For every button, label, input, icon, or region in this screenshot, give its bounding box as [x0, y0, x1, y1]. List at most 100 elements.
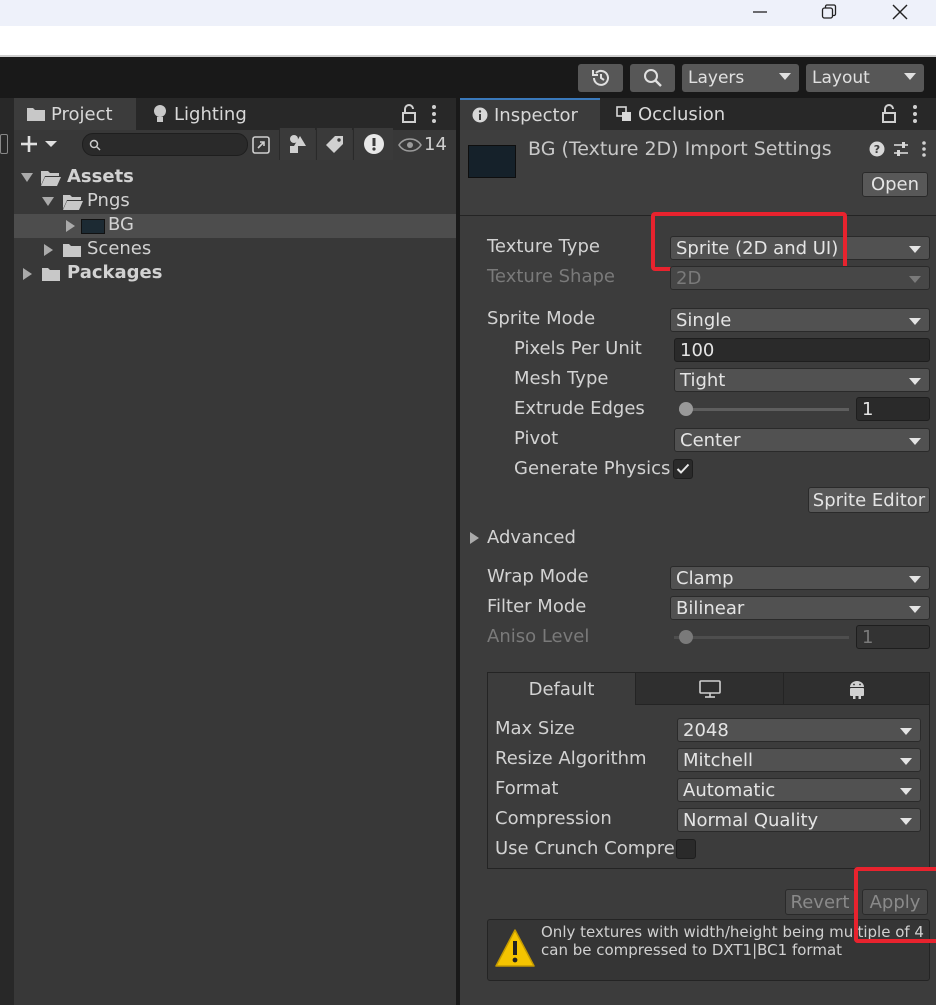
tab-android-platform[interactable] — [783, 673, 929, 705]
resize-algorithm-value: Mitchell — [683, 749, 753, 771]
tree-item-bg[interactable]: BG — [14, 214, 456, 238]
project-search-input[interactable] — [82, 133, 248, 156]
undo-history-button[interactable] — [578, 64, 623, 92]
chevron-down-icon — [909, 606, 921, 613]
max-size-dropdown[interactable]: 2048 — [677, 718, 921, 742]
pivot-value: Center — [680, 429, 741, 451]
mesh-type-dropdown[interactable]: Tight — [674, 368, 930, 392]
advanced-label: Advanced — [487, 527, 576, 548]
tab-occlusion-label: Occlusion — [638, 103, 726, 125]
filter-mode-dropdown[interactable]: Bilinear — [670, 596, 930, 620]
max-size-value: 2048 — [683, 719, 729, 741]
mesh-type-label: Mesh Type — [514, 368, 609, 389]
hidden-packages-toggle[interactable]: 14 — [398, 133, 454, 156]
tree-item-assets[interactable]: Assets — [14, 166, 456, 190]
chevron-down-icon — [900, 788, 912, 795]
extrude-edges-field[interactable]: 1 — [856, 397, 930, 421]
layers-dropdown[interactable]: Layers — [682, 64, 799, 92]
panel-menu-button[interactable] — [430, 104, 438, 129]
tree-label-scenes: Scenes — [87, 238, 152, 259]
chevron-down-icon — [904, 73, 916, 80]
inspector-lock-button[interactable] — [880, 104, 898, 129]
highlight-texture-type — [651, 212, 847, 271]
open-folder-icon — [41, 171, 61, 186]
tree-label-bg: BG — [108, 214, 134, 235]
tree-item-packages[interactable]: Packages — [14, 262, 456, 286]
format-dropdown[interactable]: Automatic — [677, 778, 921, 802]
mesh-type-value: Tight — [680, 369, 726, 391]
compression-dropdown[interactable]: Normal Quality — [677, 808, 921, 832]
chevron-down-icon — [900, 818, 912, 825]
menu-bar — [0, 26, 936, 55]
lock-icon — [402, 104, 416, 123]
pivot-dropdown[interactable]: Center — [674, 428, 930, 452]
close-button[interactable] — [877, 0, 923, 24]
tab-occlusion[interactable]: Occlusion — [612, 98, 742, 130]
default-tab-label: Default — [528, 678, 595, 700]
sprite-mode-dropdown[interactable]: Single — [670, 308, 930, 332]
resize-algorithm-label: Resize Algorithm — [495, 748, 647, 769]
resize-algorithm-dropdown[interactable]: Mitchell — [677, 748, 921, 772]
tab-default-platform[interactable]: Default — [488, 673, 635, 705]
help-button[interactable]: ? — [869, 141, 885, 162]
lightbulb-icon — [154, 105, 166, 122]
info-icon — [472, 107, 488, 123]
revert-label: Revert — [790, 891, 850, 913]
compression-label: Compression — [495, 808, 612, 829]
collapsed-arrow-icon — [470, 532, 479, 544]
folder-icon — [42, 268, 60, 281]
kebab-menu-icon — [913, 105, 917, 123]
extrude-edges-label: Extrude Edges — [514, 398, 645, 419]
search-icon — [643, 69, 662, 87]
collapsed-panel-button[interactable] — [0, 134, 8, 154]
search-by-type-button[interactable] — [249, 133, 273, 156]
wrap-mode-label: Wrap Mode — [487, 566, 589, 587]
create-asset-button[interactable] — [18, 132, 68, 156]
extrude-edges-slider-thumb[interactable] — [679, 402, 693, 416]
open-folder-icon — [63, 195, 83, 210]
filter-mode-label: Filter Mode — [487, 596, 587, 617]
filter-by-type-button[interactable] — [279, 128, 315, 160]
tree-item-scenes[interactable]: Scenes — [14, 238, 456, 262]
wrap-mode-dropdown[interactable]: Clamp — [670, 566, 930, 590]
advanced-foldout[interactable]: Advanced — [470, 527, 670, 551]
layout-dropdown[interactable]: Layout — [806, 64, 924, 92]
expanded-arrow-icon — [21, 173, 33, 182]
sprite-editor-button[interactable]: Sprite Editor — [808, 487, 930, 513]
pixels-per-unit-value: 100 — [680, 339, 715, 361]
pixels-per-unit-label: Pixels Per Unit — [514, 338, 642, 359]
search-button[interactable] — [630, 64, 675, 92]
component-menu-button[interactable] — [920, 140, 928, 163]
android-icon — [849, 680, 864, 699]
tab-lighting[interactable]: Lighting — [148, 98, 268, 130]
tree-item-pngs[interactable]: Pngs — [14, 190, 456, 214]
extrude-edges-slider-track[interactable] — [679, 408, 849, 411]
use-crunch-label: Use Crunch Compre — [495, 838, 675, 859]
use-crunch-checkbox[interactable] — [676, 839, 696, 859]
texture-shape-value: 2D — [676, 267, 702, 289]
aniso-level-label: Aniso Level — [487, 626, 590, 647]
restore-button[interactable] — [806, 0, 852, 24]
revert-button[interactable]: Revert — [785, 889, 855, 915]
chevron-down-icon — [909, 276, 921, 283]
aniso-level-value: 1 — [862, 626, 874, 648]
presets-button[interactable] — [893, 141, 909, 162]
tab-standalone-platform[interactable] — [635, 673, 783, 705]
filter-by-log-button[interactable] — [353, 128, 393, 160]
pixels-per-unit-field[interactable]: 100 — [674, 338, 930, 362]
filter-by-label-button[interactable] — [316, 128, 352, 160]
wrap-mode-value: Clamp — [676, 567, 734, 589]
lock-button[interactable] — [400, 104, 418, 129]
format-value: Automatic — [683, 779, 776, 801]
generate-physics-checkbox[interactable] — [673, 459, 693, 479]
inspector-menu-button[interactable] — [911, 104, 919, 129]
help-icon: ? — [869, 141, 885, 157]
aniso-level-field: 1 — [856, 625, 930, 649]
tab-project[interactable]: Project — [14, 98, 136, 130]
minimize-button[interactable] — [737, 0, 783, 24]
checkmark-icon — [676, 463, 690, 474]
open-button[interactable]: Open — [862, 172, 928, 197]
tab-inspector[interactable]: Inspector — [460, 98, 600, 130]
collapsed-arrow-icon — [44, 244, 53, 256]
chevron-down-icon — [45, 141, 57, 147]
